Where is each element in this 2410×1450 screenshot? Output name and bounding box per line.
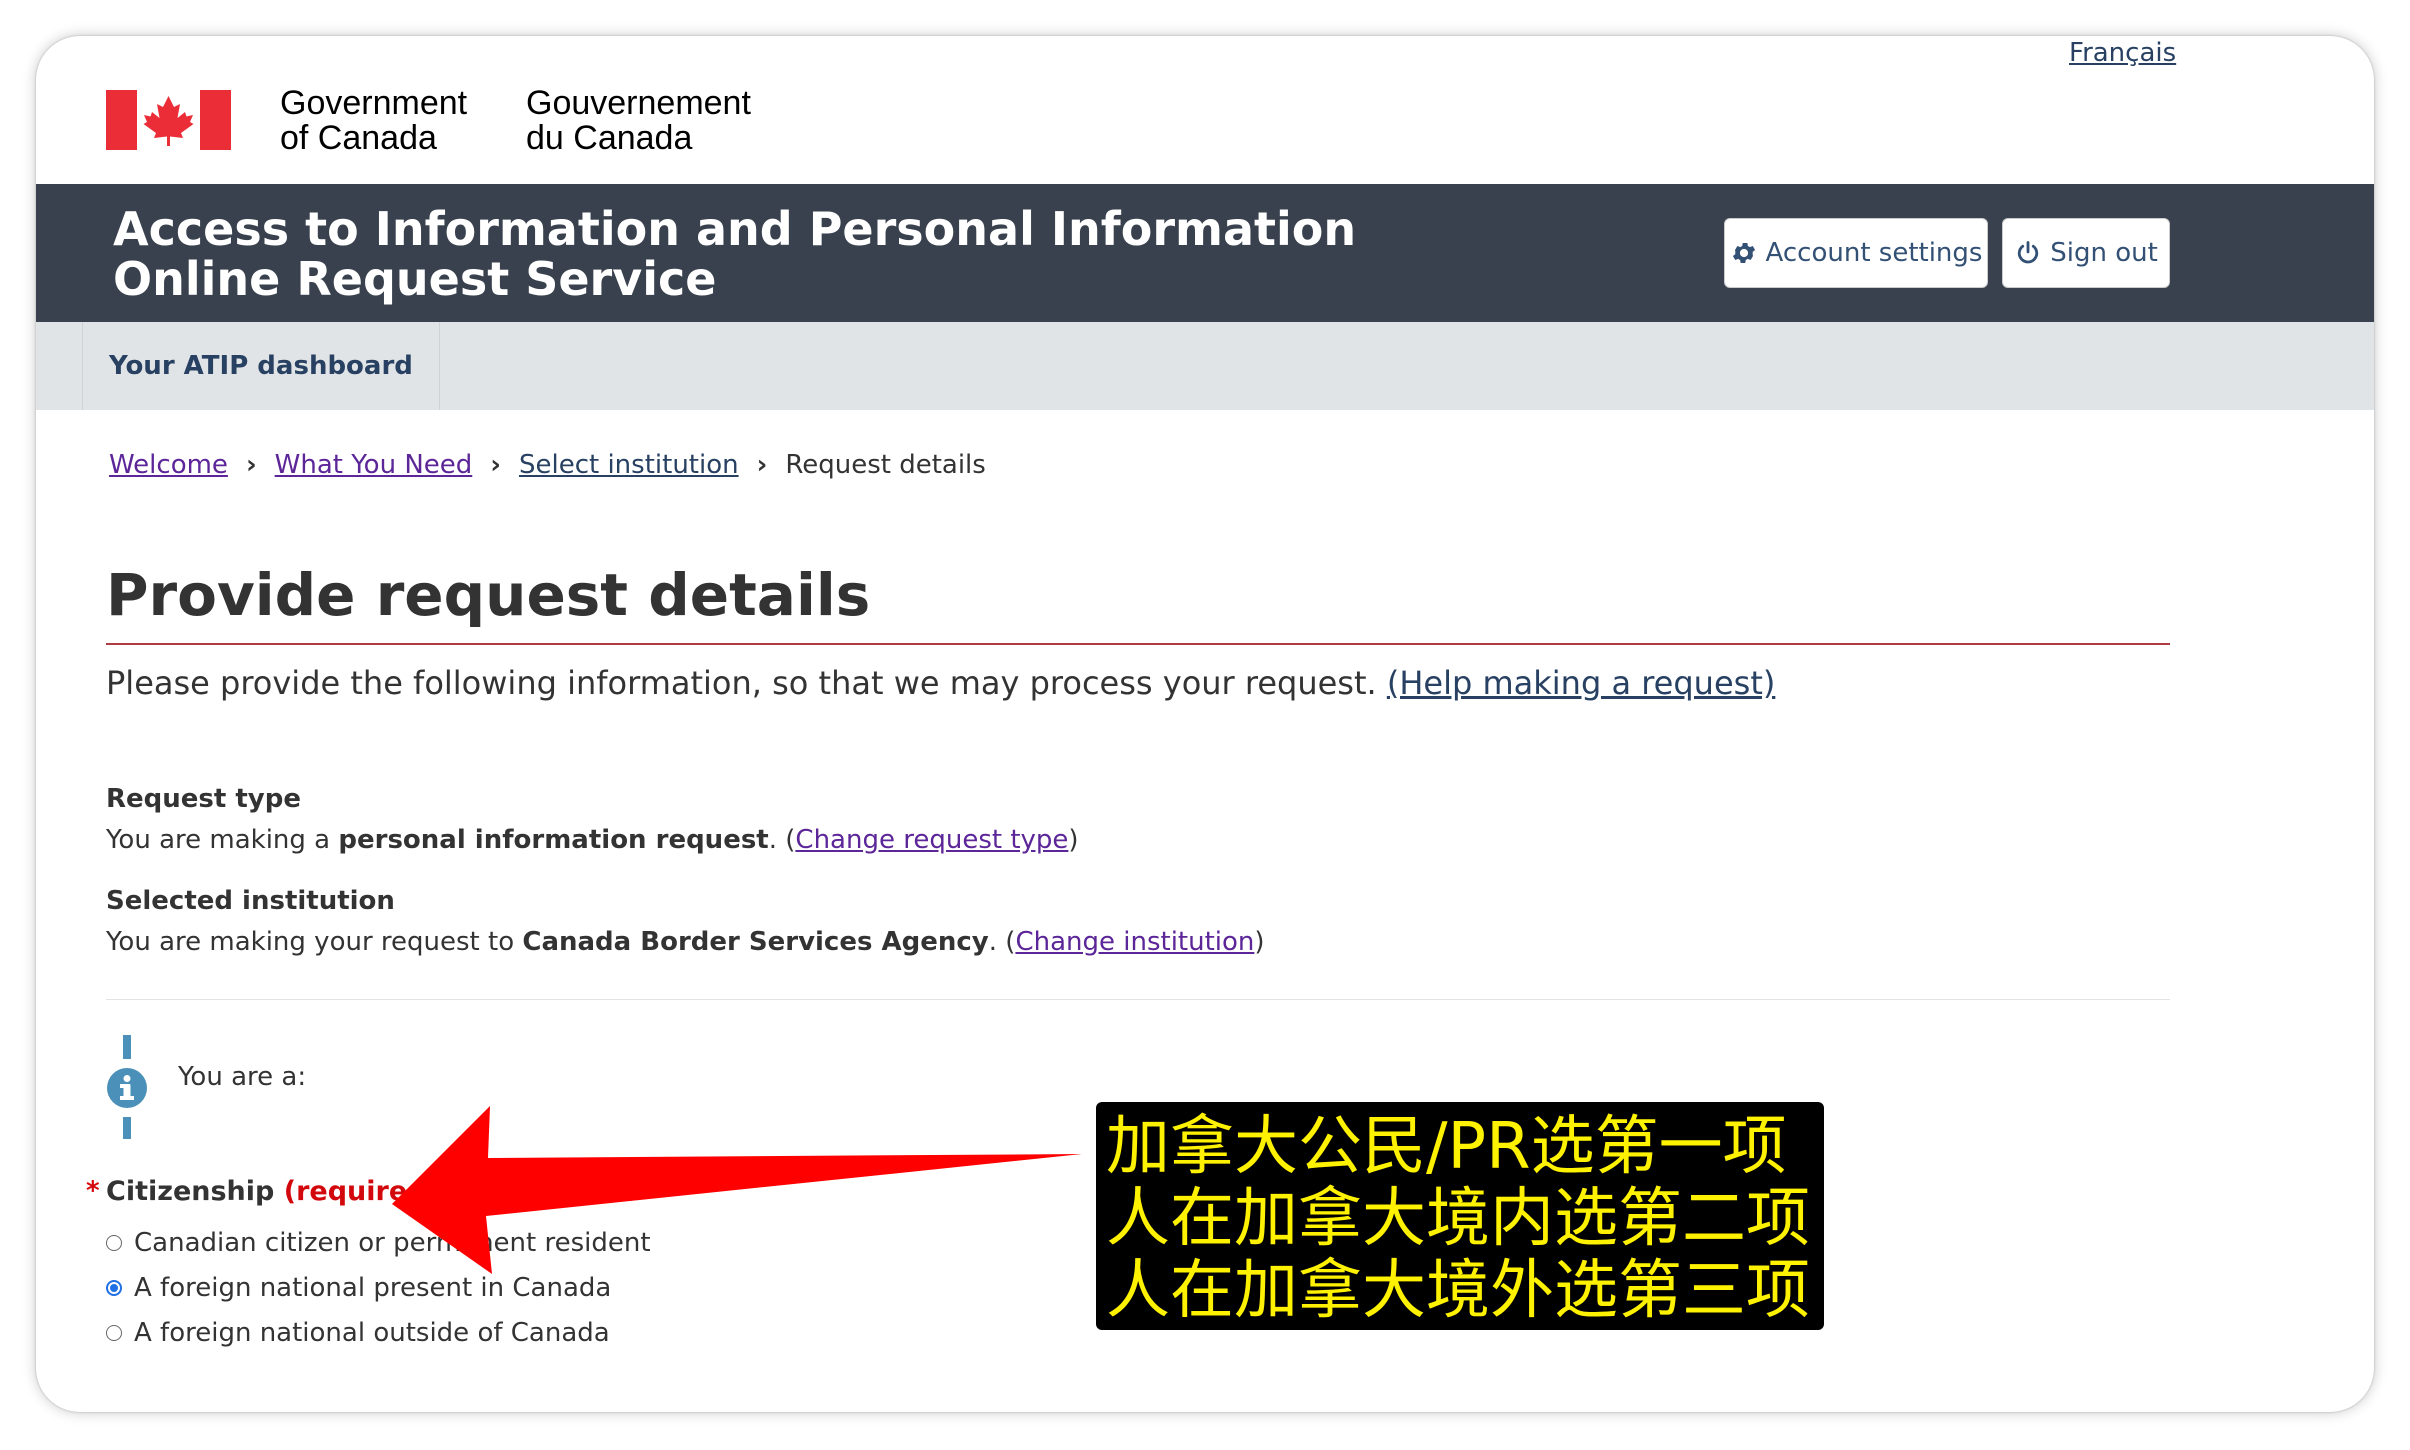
radio-label-foreign-outside: A foreign national outside of Canada <box>134 1318 610 1348</box>
title-divider <box>106 643 2170 645</box>
institution-text: You are making your request to Canada Bo… <box>106 927 1265 957</box>
section-divider <box>106 999 2170 1000</box>
request-type-close: ) <box>1068 825 1079 855</box>
radio-foreign-in-canada[interactable] <box>106 1280 122 1296</box>
you-are-prompt: You are a: <box>178 1062 307 1092</box>
institution-suffix: . ( <box>988 927 1016 957</box>
canada-flag-icon <box>106 90 231 150</box>
citizenship-option-foreign-in-canada[interactable]: A foreign national present in Canada <box>106 1273 611 1303</box>
help-making-request-link[interactable]: (Help making a request) <box>1387 664 1775 702</box>
institution-label: Selected institution <box>106 886 395 916</box>
government-signature-en: Government of Canada <box>280 84 468 157</box>
request-type-suffix: . ( <box>768 825 796 855</box>
breadcrumb-current: Request details <box>785 450 986 480</box>
institution-close: ) <box>1254 927 1265 957</box>
citizenship-option-foreign-outside[interactable]: A foreign national outside of Canada <box>106 1318 610 1348</box>
sign-out-label: Sign out <box>2050 238 2158 268</box>
main-nav-bar: Your ATIP dashboard <box>36 322 2374 410</box>
change-request-type-link[interactable]: Change request type <box>795 825 1068 855</box>
request-type-text: You are making a personal information re… <box>106 825 1079 855</box>
chevron-right-icon: › <box>490 450 501 480</box>
info-line-bottom <box>123 1117 131 1139</box>
page-title: Provide request details <box>106 561 871 629</box>
citizenship-label: Citizenship (required) <box>106 1176 439 1207</box>
annotation-line-1: 加拿大公民/PR选第一项 <box>1106 1110 1787 1184</box>
annotation-line-3: 人在加拿大境外选第三项 <box>1106 1254 1810 1328</box>
request-type-value: personal information request <box>338 825 769 855</box>
institution-prefix: You are making your request to <box>106 927 523 957</box>
account-settings-button[interactable]: Account settings <box>1724 218 1988 288</box>
breadcrumb: Welcome › What You Need › Select institu… <box>109 450 986 480</box>
institution-value: Canada Border Services Agency <box>522 927 989 957</box>
required-asterisk: * <box>86 1176 100 1206</box>
app-banner: Access to Information and Personal Infor… <box>36 184 2374 322</box>
intro-text: Please provide the following information… <box>106 664 1775 702</box>
info-icon <box>107 1068 147 1108</box>
sign-out-button[interactable]: Sign out <box>2002 218 2170 288</box>
breadcrumb-what-you-need-link[interactable]: What You Need <box>275 450 473 480</box>
breadcrumb-select-institution-link[interactable]: Select institution <box>519 450 739 480</box>
radio-label-foreign-in-canada: A foreign national present in Canada <box>134 1273 612 1303</box>
chevron-right-icon: › <box>756 450 768 480</box>
nav-item-dashboard[interactable]: Your ATIP dashboard <box>82 322 440 410</box>
account-settings-label: Account settings <box>1765 238 1983 268</box>
change-institution-link[interactable]: Change institution <box>1015 927 1254 957</box>
request-type-prefix: You are making a <box>106 825 339 855</box>
government-signature-fr: Gouvernement du Canada <box>526 84 751 157</box>
annotation-arrow-icon <box>392 1106 1082 1274</box>
request-type-label: Request type <box>106 784 301 814</box>
language-toggle-link[interactable]: Français <box>2069 38 2176 68</box>
citizenship-label-text: Citizenship <box>106 1176 275 1207</box>
radio-canadian[interactable] <box>106 1235 122 1251</box>
browser-page: Français Government of Canada Gouverneme… <box>36 36 2374 1412</box>
annotation-note: 加拿大公民/PR选第一项 人在加拿大境内选第二项 人在加拿大境外选第三项 <box>1096 1102 1824 1330</box>
radio-foreign-outside[interactable] <box>106 1325 122 1341</box>
app-title: Access to Information and Personal Infor… <box>113 202 1357 306</box>
chevron-right-icon: › <box>245 450 257 480</box>
power-icon <box>2018 241 2039 264</box>
info-line-top <box>123 1035 131 1059</box>
annotation-line-2: 人在加拿大境内选第二项 <box>1106 1182 1810 1256</box>
intro-sentence: Please provide the following information… <box>106 664 1387 702</box>
breadcrumb-welcome-link[interactable]: Welcome <box>109 450 228 480</box>
gear-icon <box>1732 242 1755 264</box>
